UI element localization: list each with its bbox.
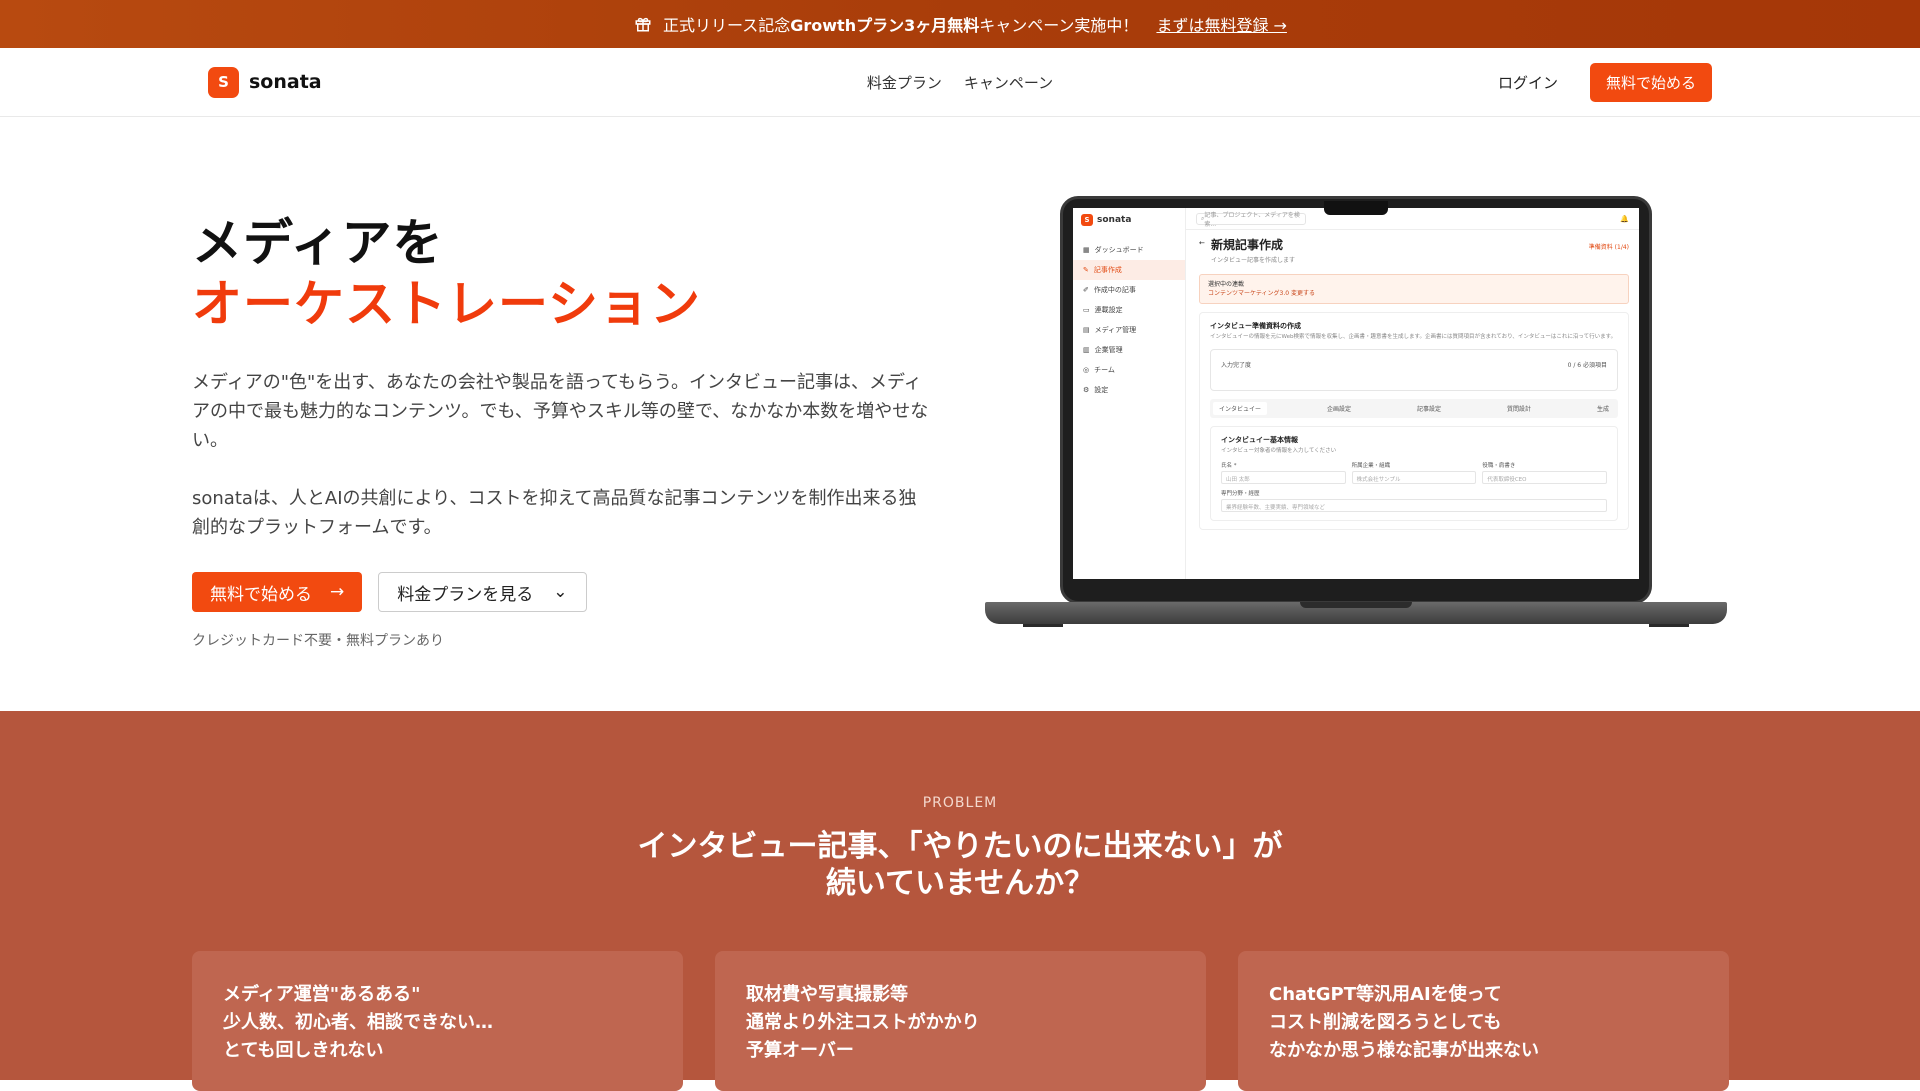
back-arrow-icon: ← [1199, 239, 1205, 247]
arrow-right-icon: → [330, 582, 345, 602]
mock-sidebar-item: ⚙ 設定 [1083, 386, 1109, 394]
mock-sidebar-item: ◎ チーム [1083, 366, 1115, 374]
announcement-banner: 正式リリース記念Growthプラン3ヶ月無料キャンペーン実施中！ まずは無料登録… [0, 0, 1920, 48]
chevron-down-icon: ⌄ [553, 582, 568, 602]
nav-signup-button[interactable]: 無料で始める [1589, 62, 1712, 102]
hero-title-line2: オーケストレーション [192, 275, 701, 333]
hero-section: メディアを オーケストレーション メディアの"色"を出す、あなたの会社や製品を語… [0, 117, 1920, 710]
mock-search: ⌕ 記事、プロジェクト、メディアを検索... [1196, 212, 1306, 228]
mock-topbar: ⌕ 記事、プロジェクト、メディアを検索... 🔔 [1186, 208, 1639, 230]
bell-icon: 🔔 [1620, 214, 1629, 223]
mock-sidebar: Ssonata ▦ ダッシュボード ✎ 記事作成 ✐ 作成中の記事 ▭ 連載設定… [1073, 208, 1186, 579]
nav-link-campaign[interactable]: キャンペーン [964, 72, 1053, 93]
mock-sidebar-item: ✐ 作成中の記事 [1083, 286, 1136, 294]
mock-sidebar-item: ▥ 企業管理 [1083, 346, 1123, 354]
top-nav: S sonata 料金プラン キャンペーン ログイン 無料で始める [0, 48, 1920, 117]
mock-sidebar-item: ▭ 連載設定 [1083, 306, 1123, 314]
brand-logo[interactable]: S sonata [208, 66, 322, 98]
hero-pricing-label: 料金プランを見る [397, 584, 534, 605]
problem-card: 取材費や写真撮影等 通常より外注コストがかかり 予算オーバー [715, 951, 1206, 1091]
gift-icon [633, 14, 653, 34]
laptop-mockup: Ssonata ▦ ダッシュボード ✎ 記事作成 ✐ 作成中の記事 ▭ 連載設定… [985, 196, 1727, 630]
problem-title: インタビュー記事、「やりたいのに出来ない」が 続いていませんか？ [637, 829, 1283, 901]
mock-sidebar-item: ▤ メディア管理 [1083, 326, 1137, 334]
nav-link-pricing[interactable]: 料金プラン [867, 72, 942, 93]
login-link[interactable]: ログイン [1498, 72, 1558, 93]
problem-card: メディア運営"あるある" 少人数、初心者、相談できない… とても回しきれない [192, 951, 683, 1091]
logo-mark: S [208, 66, 239, 98]
hero-pricing-button[interactable]: 料金プランを見る ⌄ [378, 572, 587, 612]
hero-signup-label: 無料で始める [210, 584, 312, 605]
hero-lead-2: sonataは、人とAIの共創により、コストを抑えて高品質な記事コンテンツを制作… [192, 488, 917, 538]
hero-signup-button[interactable]: 無料で始める → [192, 572, 363, 612]
mock-main: ← 新規記事作成 インタビュー記事を作成します 準備資料 (1/4) 選択中の連… [1199, 236, 1629, 530]
mock-sidebar-item: ✎ 記事作成 [1073, 260, 1185, 280]
brand-name: sonata [249, 71, 322, 93]
banner-text: 正式リリース記念Growthプラン3ヶ月無料キャンペーン実施中！ [663, 16, 1139, 35]
banner-signup-link[interactable]: まずは無料登録 → [1156, 12, 1287, 36]
nav-links: 料金プラン キャンペーン [867, 72, 1053, 93]
hero-title-line1: メディアを [192, 214, 444, 272]
problem-card: ChatGPT等汎用AIを使って コスト削減を図ろうとしても なかなか思う様な記事が… [1238, 951, 1729, 1091]
laptop-base [985, 602, 1727, 624]
mock-sidebar-item: ▦ ダッシュボード [1083, 246, 1144, 254]
problem-section: PROBLEM インタビュー記事、「やりたいのに出来ない」が 続いていませんか？… [0, 711, 1920, 1091]
camera-notch [1324, 201, 1388, 215]
hero-lead-1: メディアの"色"を出す、あなたの会社や製品を語ってもらう。インタビュー記事は、メ… [192, 372, 929, 451]
problem-kicker: PROBLEM [922, 795, 998, 811]
hero-note: クレジットカード不要・無料プランあり [192, 633, 444, 649]
app-screenshot: Ssonata ▦ ダッシュボード ✎ 記事作成 ✐ 作成中の記事 ▭ 連載設定… [1073, 208, 1639, 579]
